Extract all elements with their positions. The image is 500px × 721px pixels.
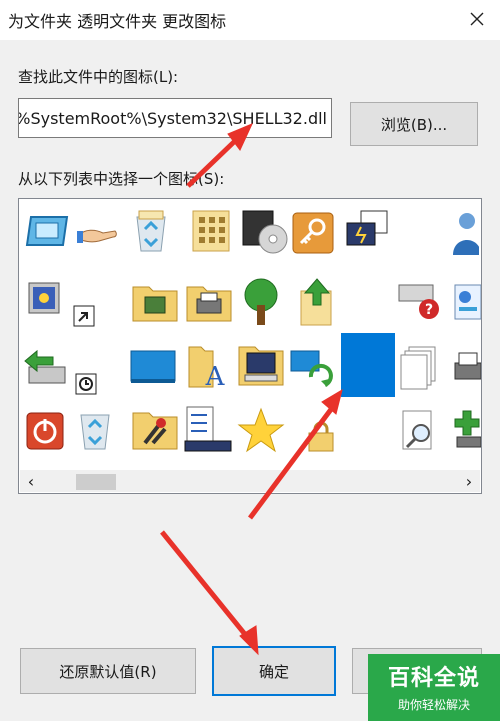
recycle-bin-full-icon[interactable]	[133, 209, 169, 253]
tools-folder-icon[interactable]	[131, 407, 179, 451]
watermark-badge: 百科全说 助你轻松解决	[368, 654, 500, 721]
scroll-left-button[interactable]: ‹	[22, 471, 40, 491]
task-list-icon[interactable]	[183, 405, 233, 453]
icon-file-path-input[interactable]: %SystemRoot%\System32\SHELL32.dll	[18, 98, 332, 138]
select-icon-label: 从以下列表中选择一个图标(S):	[18, 170, 225, 188]
key-icon[interactable]	[291, 211, 335, 255]
scroll-right-button[interactable]: ›	[460, 471, 478, 491]
find-icons-label: 查找此文件中的图标(L):	[18, 68, 179, 86]
sync-icon[interactable]	[289, 347, 337, 389]
watermark-subtitle: 助你轻松解决	[397, 698, 470, 712]
display-icon[interactable]	[23, 211, 71, 251]
keypad-icon[interactable]	[189, 207, 233, 255]
browse-button-label: 浏览(B)...	[380, 115, 448, 134]
close-button[interactable]	[454, 0, 500, 38]
close-icon	[470, 12, 484, 26]
svg-text:?: ?	[425, 302, 433, 318]
watermark-title: 百科全说	[387, 666, 480, 691]
screensaver-icon[interactable]	[25, 279, 69, 323]
transparent-blank-icon[interactable]	[341, 333, 395, 397]
shortcut-arrow-icon[interactable]	[73, 305, 95, 327]
tree-icon[interactable]	[237, 277, 285, 327]
chevron-right-icon: ›	[465, 471, 473, 491]
drive-arrow-icon[interactable]	[23, 345, 71, 387]
network-plus-icon[interactable]	[453, 409, 481, 449]
user-icon[interactable]	[449, 209, 479, 257]
restore-default-button[interactable]: 还原默认值(R)	[20, 648, 196, 694]
drive-error-icon[interactable]: ?	[397, 281, 443, 321]
svg-text:A: A	[205, 362, 226, 391]
hand-share-icon[interactable]	[75, 217, 119, 249]
chevron-left-icon: ‹	[27, 471, 35, 491]
horizontal-scrollbar[interactable]: ‹ ›	[20, 470, 480, 492]
file-stack-icon[interactable]	[399, 345, 439, 391]
window-title: 为文件夹 透明文件夹 更改图标	[8, 12, 227, 31]
computer-folder-icon[interactable]	[237, 341, 285, 389]
ok-button-label: 确定	[258, 662, 289, 681]
icon-list[interactable]: ? A ‹ ›	[18, 198, 482, 494]
browse-button[interactable]: 浏览(B)...	[350, 102, 478, 146]
printer-folder-icon[interactable]	[185, 281, 233, 323]
title-bar: 为文件夹 透明文件夹 更改图标	[0, 0, 500, 40]
lock-icon[interactable]	[303, 421, 339, 453]
power-icon[interactable]	[25, 411, 65, 451]
clock-icon[interactable]	[75, 373, 97, 395]
icon-file-path-value: %SystemRoot%\System32\SHELL32.dll	[18, 108, 327, 128]
printer-icon[interactable]	[453, 349, 481, 389]
disc-player-icon[interactable]	[241, 209, 289, 255]
ok-button[interactable]: 确定	[212, 646, 336, 696]
network-setup-icon[interactable]	[343, 209, 391, 255]
upload-file-icon[interactable]	[297, 277, 337, 327]
star-icon[interactable]	[237, 407, 285, 453]
control-panel-icon[interactable]	[453, 283, 481, 321]
scrollbar-thumb[interactable]	[76, 474, 116, 490]
recycle-bin-empty-icon[interactable]	[77, 407, 113, 451]
magnifier-icon[interactable]	[399, 409, 439, 453]
desktop-icon[interactable]	[129, 349, 177, 387]
restore-default-label: 还原默认值(R)	[59, 662, 157, 681]
network-folder-icon[interactable]	[131, 281, 179, 323]
font-folder-icon[interactable]: A	[187, 341, 227, 391]
